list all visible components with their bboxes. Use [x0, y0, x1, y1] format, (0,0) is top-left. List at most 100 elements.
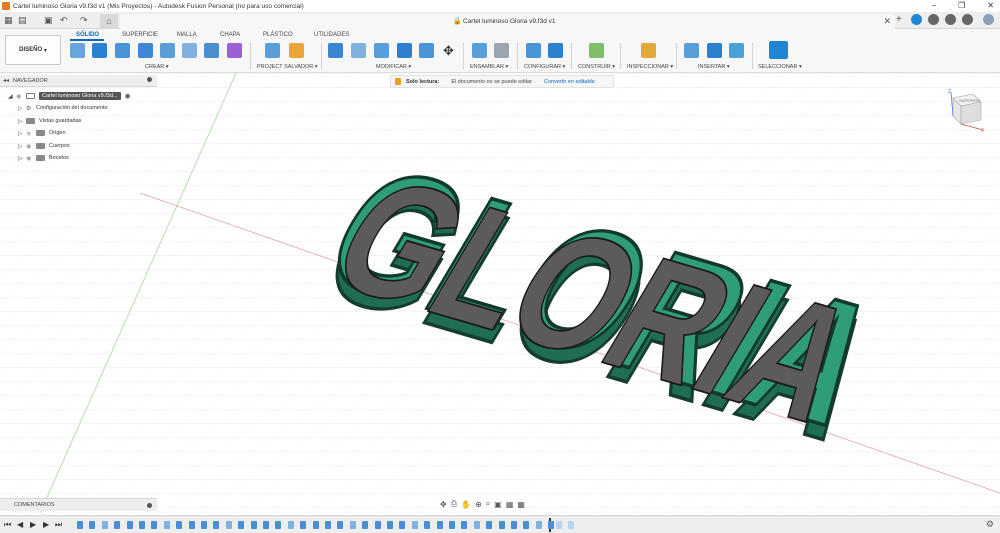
timeline-feature[interactable] — [188, 521, 195, 529]
timeline-feature[interactable] — [411, 521, 418, 529]
help-icon[interactable] — [962, 14, 973, 25]
app-grid-icon[interactable]: ▦ — [4, 15, 13, 26]
file-menu-icon[interactable]: ▤ — [18, 15, 27, 26]
timeline-feature[interactable] — [473, 521, 480, 529]
view-cube[interactable]: SUPERIOR X Z — [943, 88, 987, 134]
nav-root-row[interactable]: ◢ ◉ Cartel luminoso Gloria v9.f3d... ◉ — [8, 90, 157, 102]
timeline-feature[interactable] — [300, 521, 307, 529]
expand-triangle-icon[interactable]: ▷ — [18, 130, 26, 137]
nav-item-doc-settings[interactable]: ▷ ⚙ Configuración del documento — [18, 102, 108, 114]
nav-item-saved-views[interactable]: ▷ Vistas guardadas — [18, 115, 81, 127]
timeline-feature[interactable] — [436, 521, 443, 529]
grid-settings-icon[interactable]: ▦ — [506, 500, 514, 509]
redo-icon[interactable]: ↷ — [80, 15, 88, 26]
timeline-settings-icon[interactable]: ⚙ — [986, 519, 994, 530]
job-status-icon[interactable] — [928, 14, 939, 25]
insert-derive-icon[interactable] — [684, 43, 699, 58]
timeline-first-button[interactable]: ⏮ — [4, 520, 11, 530]
tab-utilities[interactable]: UTILIDADES — [314, 32, 349, 38]
expand-triangle-icon[interactable]: ▷ — [18, 118, 26, 125]
timeline-feature[interactable] — [77, 521, 83, 529]
press-pull-icon[interactable] — [328, 43, 343, 58]
offset-plane-icon[interactable] — [589, 43, 604, 58]
group-label-construct[interactable]: CONSTRUIR ▾ — [578, 64, 615, 70]
timeline-feature[interactable] — [374, 521, 381, 529]
pin-icon[interactable] — [147, 77, 152, 82]
expand-triangle-icon[interactable]: ◢ — [8, 93, 16, 100]
timeline-feature[interactable] — [126, 521, 133, 529]
configure-2-icon[interactable] — [548, 43, 563, 58]
revolve-icon[interactable] — [115, 43, 130, 58]
visibility-eye-icon[interactable]: ◉ — [16, 93, 26, 100]
extensions-icon[interactable] — [911, 14, 922, 25]
timeline-feature[interactable] — [151, 521, 158, 529]
expand-triangle-icon[interactable]: ▷ — [18, 105, 26, 112]
timeline-feature[interactable] — [511, 521, 517, 529]
group-label-assemble[interactable]: ENSAMBLAR ▾ — [470, 64, 508, 70]
rib-icon[interactable] — [182, 43, 197, 58]
timeline-prev-button[interactable]: ◀ — [17, 520, 23, 529]
pin-icon[interactable] — [147, 503, 152, 508]
timeline-feature[interactable] — [548, 521, 555, 529]
timeline-feature-suppressed[interactable] — [556, 521, 562, 529]
document-tab[interactable]: 🔒 Cartel luminoso Gloria v9.f3d v1 ✕ — [120, 14, 895, 29]
new-component-icon[interactable] — [472, 43, 487, 58]
timeline-feature[interactable] — [114, 521, 121, 529]
look-at-icon[interactable]: ⎙ — [451, 499, 457, 509]
chamfer-icon[interactable] — [374, 43, 389, 58]
minimize-button[interactable]: – — [932, 1, 936, 10]
create-form-icon[interactable] — [227, 43, 242, 58]
new-tab-button[interactable]: + — [896, 14, 902, 25]
timeline-feature[interactable] — [461, 521, 468, 529]
tab-solid[interactable]: SÓLIDO — [76, 32, 99, 38]
tab-mesh[interactable]: MALLA — [177, 32, 197, 38]
group-label-select[interactable]: SELECCIONAR ▾ — [758, 64, 802, 70]
viewports-icon[interactable]: ▦ — [517, 500, 525, 509]
timeline-feature[interactable] — [238, 521, 245, 529]
timeline-last-button[interactable]: ⏭ — [55, 520, 62, 530]
timeline-feature[interactable] — [387, 521, 393, 529]
timeline-next-button[interactable]: ▶ — [43, 520, 49, 529]
sweep-icon[interactable] — [138, 43, 153, 58]
joint-icon[interactable] — [494, 43, 509, 58]
timeline-feature[interactable] — [201, 521, 207, 529]
timeline-feature[interactable] — [263, 521, 269, 529]
timeline-feature[interactable] — [349, 521, 356, 529]
measure-icon[interactable] — [641, 43, 656, 58]
timeline-feature[interactable] — [523, 521, 530, 529]
timeline-feature[interactable] — [176, 521, 183, 529]
fillet-icon[interactable] — [351, 43, 366, 58]
timeline-feature[interactable] — [250, 521, 257, 529]
save-icon[interactable]: ▣ — [44, 15, 53, 26]
user-avatar[interactable] — [983, 14, 994, 25]
group-label-configure[interactable]: CONFIGURAR ▾ — [524, 64, 565, 70]
timeline-play-button[interactable]: ▶ — [30, 520, 36, 529]
timeline-feature[interactable] — [498, 521, 505, 529]
group-label-modify[interactable]: MODIFICAR ▾ — [376, 64, 411, 70]
visibility-eye-icon[interactable]: ◉ — [26, 155, 36, 162]
timeline-feature[interactable] — [163, 521, 170, 529]
timeline-feature[interactable] — [362, 521, 369, 529]
timeline-feature[interactable] — [89, 521, 96, 529]
visibility-eye-icon[interactable]: ◉ — [26, 143, 36, 150]
expand-triangle-icon[interactable]: ▷ — [18, 155, 26, 162]
close-window-button[interactable]: ✕ — [987, 1, 994, 10]
display-settings-icon[interactable]: ▣ — [494, 500, 502, 509]
insert-mesh-icon[interactable] — [707, 43, 722, 58]
tab-plastic[interactable]: PLÁSTICO — [263, 32, 293, 38]
timeline-feature[interactable] — [139, 521, 145, 529]
project-tool-2-icon[interactable] — [289, 43, 304, 58]
group-label-insert[interactable]: INSERTAR ▾ — [698, 64, 730, 70]
group-label-inspect[interactable]: INSPECCIONAR ▾ — [627, 64, 673, 70]
nav-item-bodies[interactable]: ▷ ◉ Cuerpos — [18, 140, 70, 152]
collapse-arrow-icon[interactable]: ◂◂ — [3, 77, 9, 84]
activate-radio-icon[interactable]: ◉ — [125, 92, 131, 100]
timeline-feature[interactable] — [337, 521, 344, 529]
timeline-feature[interactable] — [213, 521, 220, 529]
group-label-project[interactable]: PROJECT SALVADOR ▾ — [257, 64, 318, 70]
configure-1-icon[interactable] — [526, 43, 541, 58]
group-label-create[interactable]: CREAR ▾ — [145, 64, 169, 70]
loft-icon[interactable] — [160, 43, 175, 58]
fit-icon[interactable]: ⌕ — [486, 499, 490, 509]
nav-item-origin[interactable]: ▷ ◉ Origen — [18, 127, 66, 139]
